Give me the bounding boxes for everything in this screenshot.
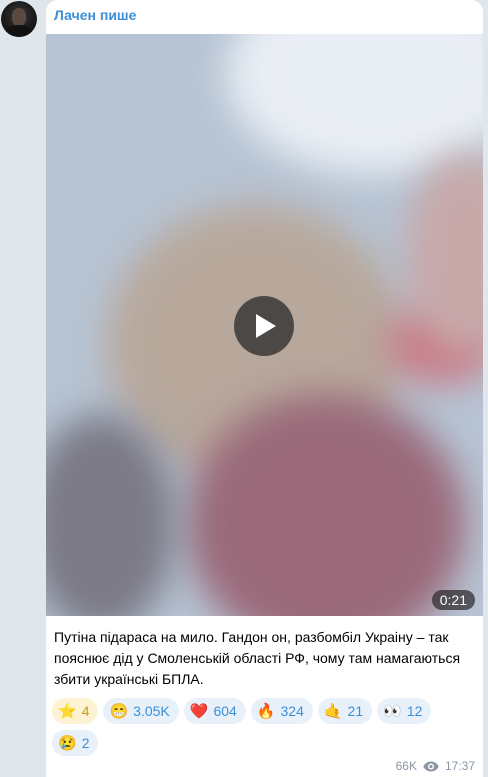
play-button[interactable] bbox=[234, 296, 294, 356]
reaction-count: 324 bbox=[280, 703, 304, 719]
channel-name[interactable]: Лачен пише bbox=[54, 7, 136, 23]
reaction-star[interactable]: ⭐ 4 bbox=[52, 698, 99, 724]
play-icon bbox=[256, 314, 276, 338]
heart-icon: ❤️ bbox=[189, 702, 209, 720]
reaction-count: 604 bbox=[213, 703, 237, 719]
reactions-bar: ⭐ 4 😁 3.05K ❤️ 604 🔥 324 🤙 21 👀 12 😢 2 bbox=[52, 698, 477, 756]
channel-avatar[interactable] bbox=[1, 1, 37, 37]
video-preview[interactable]: 0:21 bbox=[46, 34, 483, 616]
call-me-hand-icon: 🤙 bbox=[323, 702, 343, 720]
star-icon: ⭐ bbox=[58, 702, 77, 720]
message-caption: Путіна підараса на мило. Гандон он, разб… bbox=[54, 629, 461, 687]
avatar-body bbox=[5, 25, 33, 37]
message-meta: 66K 17:37 bbox=[396, 759, 475, 773]
reaction-count: 21 bbox=[347, 703, 364, 719]
avatar-face bbox=[12, 8, 26, 26]
reaction-eyes[interactable]: 👀 12 bbox=[377, 698, 432, 724]
reaction-count: 12 bbox=[406, 703, 423, 719]
reaction-grin[interactable]: 😁 3.05K bbox=[103, 698, 179, 724]
eyes-icon: 👀 bbox=[383, 702, 402, 720]
reaction-count: 2 bbox=[81, 735, 90, 751]
eye-icon bbox=[423, 761, 439, 771]
crying-face-icon: 😢 bbox=[58, 734, 77, 752]
video-duration: 0:21 bbox=[431, 590, 475, 610]
blur-sky bbox=[226, 34, 483, 174]
reaction-count: 3.05K bbox=[133, 703, 170, 719]
fire-icon: 🔥 bbox=[256, 702, 276, 720]
message-time: 17:37 bbox=[444, 759, 475, 773]
view-count: 66K bbox=[395, 759, 417, 773]
reaction-call-me[interactable]: 🤙 21 bbox=[317, 698, 373, 724]
reaction-count: 4 bbox=[81, 703, 90, 719]
reaction-fire[interactable]: 🔥 324 bbox=[250, 698, 313, 724]
grin-icon: 😁 bbox=[109, 702, 129, 720]
message-bubble: Лачен пише 0:21 Путіна підараса на мило.… bbox=[46, 0, 483, 777]
reaction-heart[interactable]: ❤️ 604 bbox=[183, 698, 246, 724]
reaction-cry[interactable]: 😢 2 bbox=[52, 730, 99, 756]
